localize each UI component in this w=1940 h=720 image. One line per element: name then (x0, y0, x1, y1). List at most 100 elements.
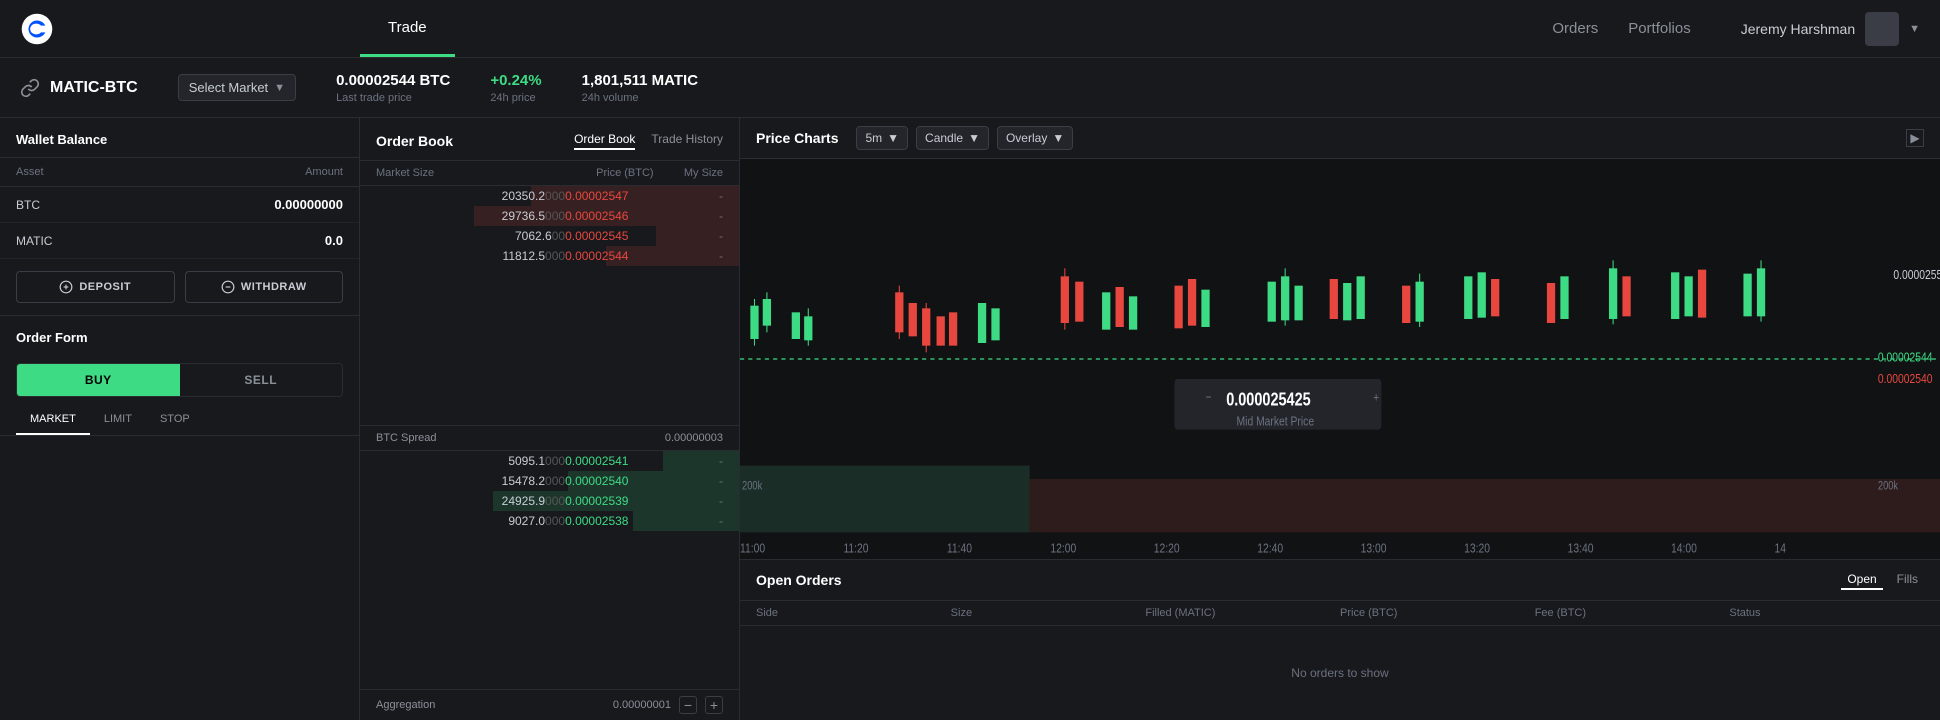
ob-buy-row-2[interactable]: 24925.9000 0.00002539 - (360, 491, 739, 511)
aggregation-decrease-button[interactable]: − (679, 696, 697, 714)
spread-row: BTC Spread 0.00000003 (360, 425, 739, 451)
svg-text:0.00002540: 0.00002540 (1878, 371, 1933, 387)
svg-text:13:00: 13:00 (1361, 540, 1387, 556)
main-layout: Wallet Balance Asset Amount BTC 0.000000… (0, 118, 1940, 720)
aggregation-controls: 0.00000001 − + (613, 696, 723, 714)
nav-tab-trade[interactable]: Trade (360, 0, 455, 57)
aggregation-increase-button[interactable]: + (705, 696, 723, 714)
wallet-row-matic: MATIC 0.0 (0, 223, 359, 259)
wallet-amount-matic: 0.0 (145, 223, 359, 259)
svg-text:12:00: 12:00 (1050, 540, 1076, 556)
tab-trade-history[interactable]: Trade History (651, 132, 723, 150)
col-market-size: Market Size (376, 167, 515, 179)
oo-tab-fills[interactable]: Fills (1891, 570, 1924, 590)
candle-chevron-icon: ▼ (968, 131, 980, 145)
ob-sell-row-1[interactable]: 29736.5000 0.00002546 - (360, 206, 739, 226)
order-type-limit[interactable]: LIMIT (90, 405, 146, 435)
tab-order-book[interactable]: Order Book (574, 132, 635, 150)
svg-text:Mid Market Price: Mid Market Price (1237, 413, 1315, 429)
ob-column-headers: Market Size Price (BTC) My Size (360, 161, 739, 186)
ob-sell-row-3[interactable]: 11812.5000 0.00002544 - (360, 246, 739, 266)
top-nav: Trade Orders Portfolios Jeremy Harshman … (0, 0, 1940, 58)
svg-text:12:20: 12:20 (1154, 540, 1180, 556)
order-type-tabs: MARKET LIMIT STOP (0, 405, 359, 436)
col-my-size: My Size (654, 167, 723, 179)
col-price: Price (BTC) (515, 167, 654, 179)
ob-buy-orders: 5095.1000 0.00002541 - 15478.2000 0.0000… (360, 451, 739, 690)
ob-buy-row-0[interactable]: 5095.1000 0.00002541 - (360, 451, 739, 471)
open-orders-area: Open Orders Open Fills Side Size Filled … (740, 560, 1940, 720)
oo-col-status: Status (1729, 607, 1924, 619)
price-chart-svg: 11:00 11:20 11:40 12:00 12:20 12:40 13:0… (740, 159, 1940, 559)
oo-column-headers: Side Size Filled (MATIC) Price (BTC) Fee… (740, 601, 1940, 626)
overlay-label: Overlay (1006, 131, 1047, 145)
wallet-row-btc: BTC 0.00000000 (0, 187, 359, 223)
buy-tab[interactable]: BUY (17, 364, 180, 396)
chart-expand-button[interactable]: ▶ (1906, 129, 1924, 147)
oo-col-fee: Fee (BTC) (1535, 607, 1730, 619)
spread-label: BTC Spread (376, 432, 437, 444)
svg-text:13:40: 13:40 (1568, 540, 1594, 556)
price-change-label: 24h price (490, 92, 541, 104)
logo-area (0, 12, 360, 46)
user-area: Jeremy Harshman ▼ (1721, 12, 1940, 46)
user-name: Jeremy Harshman (1741, 21, 1855, 37)
timeframe-chevron-icon: ▼ (887, 131, 899, 145)
orderbook-title: Order Book (376, 133, 453, 149)
svg-text:0.00002544: 0.00002544 (1878, 349, 1933, 365)
spread-value: 0.00000003 (665, 432, 723, 444)
timeframe-select[interactable]: 5m ▼ (856, 126, 908, 150)
nav-tabs-right: Orders Portfolios (1522, 20, 1720, 37)
candle-label: Candle (925, 131, 963, 145)
price-change-value: +0.24% (490, 72, 541, 89)
ob-buy-row-1[interactable]: 15478.2000 0.00002540 - (360, 471, 739, 491)
select-market-button[interactable]: Select Market ▼ (178, 74, 296, 101)
ob-sell-row-2[interactable]: 7062.600 0.00002545 - (360, 226, 739, 246)
select-market-chevron-icon: ▼ (274, 82, 285, 94)
aggregation-label: Aggregation (376, 699, 435, 711)
svg-text:14:00: 14:00 (1671, 540, 1697, 556)
market-name: MATIC-BTC (20, 78, 138, 98)
nav-tabs: Trade Orders Portfolios (360, 0, 1721, 57)
volume-stat: 1,801,511 MATIC 24h volume (582, 72, 698, 104)
wallet-asset-matic: MATIC (0, 223, 145, 259)
sell-tab[interactable]: SELL (180, 364, 343, 396)
open-orders-title: Open Orders (756, 572, 842, 588)
oo-col-price: Price (BTC) (1340, 607, 1535, 619)
user-avatar[interactable] (1865, 12, 1899, 46)
candle-select[interactable]: Candle ▼ (916, 126, 989, 150)
order-type-stop[interactable]: STOP (146, 405, 204, 435)
nav-tab-orders[interactable]: Orders (1552, 20, 1598, 37)
order-type-market[interactable]: MARKET (16, 405, 90, 435)
wallet-balance-header: Wallet Balance (0, 118, 359, 158)
ob-sell-orders: 20350.2000 0.00002547 - 29736.5000 0.000… (360, 186, 739, 425)
coinbase-logo-icon[interactable] (20, 12, 54, 46)
svg-text:12:40: 12:40 (1257, 540, 1283, 556)
svg-text:200k: 200k (1878, 480, 1899, 493)
svg-text:+: + (1373, 389, 1379, 405)
wallet-amount-btc: 0.00000000 (145, 187, 359, 223)
last-trade-price-stat: 0.00002544 BTC Last trade price (336, 72, 450, 104)
svg-text:11:00: 11:00 (740, 540, 765, 556)
wallet-col-asset: Asset (0, 158, 145, 187)
orderbook-tab-links: Order Book Trade History (574, 132, 723, 150)
ob-sell-row-0[interactable]: 20350.2000 0.00002547 - (360, 186, 739, 206)
aggregation-value: 0.00000001 (613, 699, 671, 711)
withdraw-button[interactable]: WITHDRAW (185, 271, 344, 303)
oo-tab-open[interactable]: Open (1841, 570, 1882, 590)
link-icon (20, 78, 40, 98)
deposit-icon (59, 280, 73, 294)
deposit-button[interactable]: DEPOSIT (16, 271, 175, 303)
timeframe-value: 5m (865, 131, 882, 145)
overlay-select[interactable]: Overlay ▼ (997, 126, 1073, 150)
user-menu-chevron-icon[interactable]: ▼ (1909, 23, 1920, 35)
withdraw-icon (221, 280, 235, 294)
wallet-table: Asset Amount BTC 0.00000000 MATIC 0.0 (0, 158, 359, 259)
ob-buy-row-3[interactable]: 9027.0000 0.00002538 - (360, 511, 739, 531)
price-change-stat: +0.24% 24h price (490, 72, 541, 104)
svg-text:0.0000255: 0.0000255 (1893, 267, 1940, 283)
chart-body[interactable]: 11:00 11:20 11:40 12:00 12:20 12:40 13:0… (740, 159, 1940, 559)
orderbook-header: Order Book Order Book Trade History (360, 118, 739, 161)
svg-text:14: 14 (1774, 540, 1786, 556)
nav-tab-portfolios[interactable]: Portfolios (1628, 20, 1691, 37)
